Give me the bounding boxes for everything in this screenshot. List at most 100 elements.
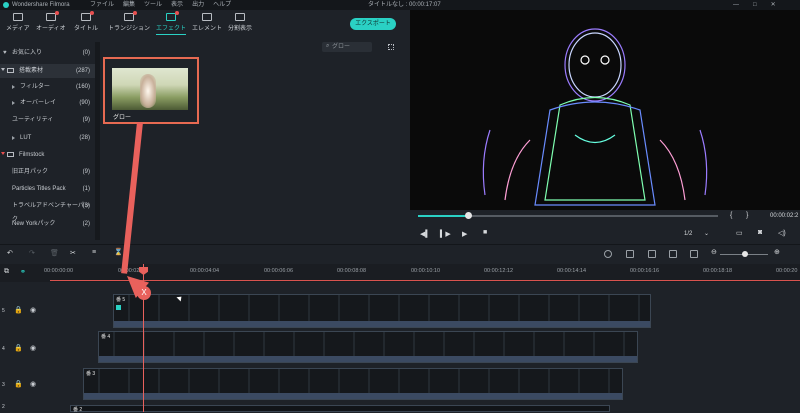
marker-icon[interactable] [626,250,634,258]
thumbnail-figure [140,74,156,108]
timeline-clip[interactable]: 番 3 [83,368,623,400]
track-number: 4 [2,346,5,352]
prev-frame-icon[interactable]: ◀▍ [420,230,431,238]
sidebar-item-lunar-pack[interactable]: 旧正月パック (9) [0,165,95,179]
tab-transition[interactable]: トランジション [108,11,151,32]
menu-file[interactable]: ファイル [90,0,114,10]
tab-transition-label: トランジション [108,26,151,32]
preview-progress-handle[interactable] [465,212,472,219]
tab-element-label: エレメント [192,26,223,32]
maximize-icon[interactable]: □ [753,0,757,10]
menu-tools[interactable]: ツール [144,0,162,10]
timeline-clip[interactable]: 番 2 [70,405,610,413]
sidebar-item-overlay[interactable]: オーバーレイ (90) [0,96,95,110]
grid-view-icon[interactable] [388,44,394,50]
close-icon[interactable]: ✕ [771,0,776,10]
clip-label: 番 3 [86,371,96,377]
sidebar-item-travel[interactable]: トラベルアドベンチャーパック (3) [0,199,95,223]
sidebar-item-label: 搭載素材 [19,68,44,74]
eye-icon[interactable]: ◉ [30,306,36,314]
track-header-4: 4 🔒 ◉ [0,330,60,368]
lock-icon[interactable]: 🔒 [14,306,23,314]
tab-media[interactable]: メディア [6,13,30,32]
adjust-icon[interactable]: ≡ [92,249,96,256]
sidebar-item-filter[interactable]: フィルター (160) [0,80,95,94]
window-title: タイトルなし : 00:00:17:07 [368,2,441,8]
timeline-clip[interactable]: 番 5 [113,294,651,328]
chevron-right-icon [12,101,15,105]
eye-icon[interactable]: ◉ [30,380,36,388]
effect-thumbnail-glow[interactable] [112,68,188,110]
sidebar-item-builtin[interactable]: 搭載素材 (287) [0,64,95,78]
sidebar-item-filmstock[interactable]: Filmstock [0,148,95,162]
cut-icon[interactable]: ✂ [70,249,76,257]
track-manager-icon[interactable]: ⧉ [4,268,9,276]
ruler-tick: 00:00:06:06 [264,268,294,274]
new-badge [54,11,59,15]
track-header-3: 3 🔒 ◉ [0,366,60,404]
chevron-down-icon [1,152,5,155]
voiceover-icon[interactable] [648,250,656,258]
menu-export[interactable]: 出力 [192,0,204,10]
sidebar-item-count: (160) [75,84,90,90]
delete-icon[interactable]: 🗑 [50,249,59,257]
zoom-in-icon[interactable]: ⊕ [774,248,780,256]
eye-icon[interactable]: ◉ [30,344,36,352]
monitor-icon[interactable]: ▭ [736,229,743,237]
ruler-tick: 00:00:04:04 [190,268,220,274]
menu-help[interactable]: ヘルプ [213,0,231,10]
mixer-icon[interactable] [669,250,677,258]
search-input[interactable]: グロー [322,42,372,52]
sidebar-item-particles[interactable]: Particles Titles Pack (1) [0,182,95,196]
zoom-slider-handle[interactable] [742,251,748,257]
link-icon[interactable]: ⚭ [20,268,26,276]
menu-edit[interactable]: 編集 [123,0,135,10]
snapshot-icon[interactable]: ◙ [758,229,762,236]
minimize-icon[interactable]: — [733,0,739,10]
menu-view[interactable]: 表示 [171,0,183,10]
zoom-out-icon[interactable]: ⊖ [711,248,717,256]
mark-out-icon[interactable]: } [746,212,748,219]
ruler-tick: 00:00:10:10 [411,268,441,274]
tab-effects-label: エフェクト [156,26,187,32]
undo-icon[interactable]: ↶ [7,249,13,257]
tab-split-label: 分割表示 [228,26,253,32]
chevron-right-icon [12,85,15,89]
preview-progress-fill [418,215,468,217]
new-badge [90,11,94,15]
lock-icon[interactable]: 🔒 [14,344,23,352]
new-badge [175,11,179,15]
tab-audio[interactable]: オーディオ [36,11,66,32]
step-back-icon[interactable]: ▍▶ [440,230,451,238]
track-number: 3 [2,382,5,388]
redo-icon[interactable]: ↷ [29,249,35,257]
tab-element[interactable]: エレメント [192,13,222,32]
tab-effects[interactable]: エフェクト [156,11,187,35]
chevron-down-icon[interactable]: ⌄ [704,230,709,237]
stop-icon[interactable]: ■ [483,229,487,236]
export-button[interactable]: エクスポート [350,18,396,30]
sidebar-item-newyork[interactable]: New Yorkパック (2) [0,217,95,231]
timeline-clip[interactable]: 番 4 [98,331,638,363]
sidebar-item-utility[interactable]: ユーティリティ (9) [0,113,95,127]
ruler-tick: 00:00:12:12 [484,268,514,274]
new-badge [133,11,137,15]
subtitle-icon[interactable] [690,250,698,258]
preview-quality-select[interactable]: 1/2 [684,231,692,237]
tab-media-label: メディア [6,26,30,32]
play-icon[interactable]: ▶ [462,230,467,238]
lock-icon[interactable]: 🔒 [14,380,23,388]
speed-icon[interactable]: ⌛ [114,248,123,256]
volume-icon[interactable]: ◁) [778,229,786,237]
sidebar-item-favorites[interactable]: ♥ お気に入り (0) [0,46,95,60]
render-icon[interactable] [604,250,612,258]
sidebar-item-label: オーバーレイ [20,100,56,106]
tab-split-screen[interactable]: 分割表示 [228,13,252,32]
sidebar-item-lut[interactable]: LUT (28) [0,131,95,145]
sidebar-item-label: LUT [20,135,32,141]
sidebar-item-count: (287) [75,68,90,74]
track-number: 2 [2,404,5,410]
ruler-tick: 00:00:00:00 [44,268,74,274]
mark-in-icon[interactable]: { [730,212,732,219]
tab-title[interactable]: タイトル [74,11,98,32]
